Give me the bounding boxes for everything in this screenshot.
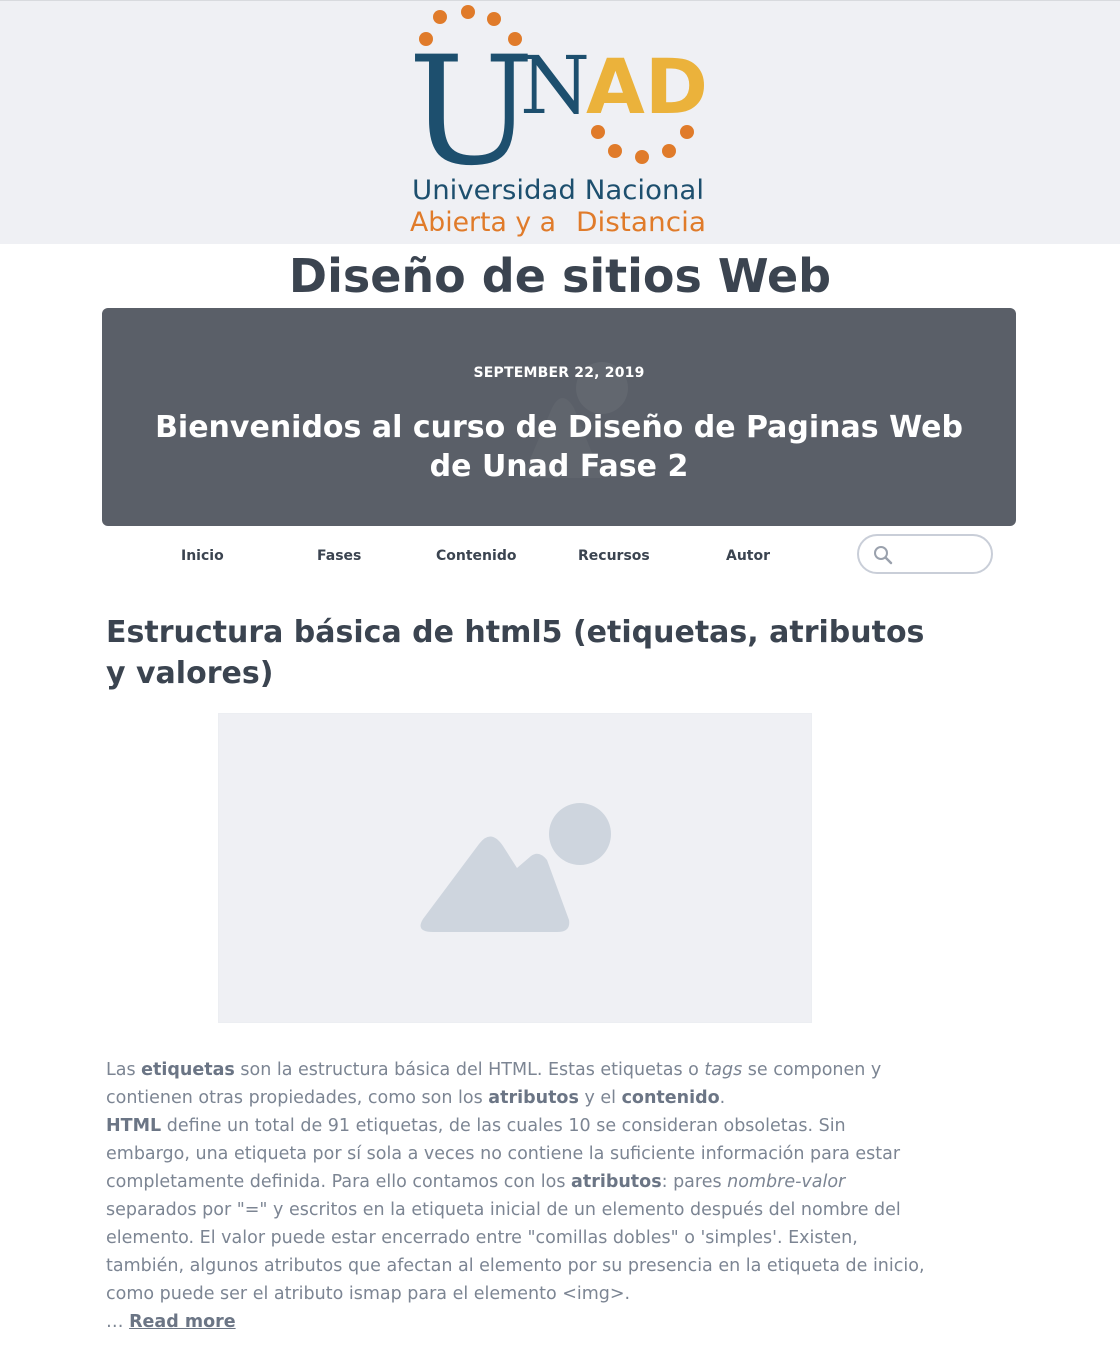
read-more-line: … Read more [106,1308,926,1336]
nav-item-recursos[interactable]: Recursos [578,548,650,564]
nav-item-fases[interactable]: Fases [317,548,361,564]
post-paragraph-1: Las etiquetas son la estructura básica d… [106,1060,882,1108]
logo-line2-b: Distancia [576,207,706,238]
search-input[interactable] [899,544,985,566]
site-title: Diseño de sitios Web [288,249,832,303]
logo-line2-a: Abierta y a [410,207,556,238]
hero-banner[interactable]: SEPTEMBER 22, 2019 Bienvenidos al curso … [102,308,1016,526]
ellipsis: … [106,1312,130,1332]
logo-line1: Universidad Nacional [412,175,704,206]
nav-item-contenido[interactable]: Contenido [436,548,516,564]
unad-logo[interactable]: U N AD Universidad Nacional Abierta y a … [408,3,710,243]
logo-ad: AD [586,42,708,131]
post-image-placeholder[interactable] [218,713,812,1023]
search-icon [874,546,893,565]
image-placeholder-icon [420,803,611,932]
logo-u: U [408,25,534,199]
post-excerpt: Las etiquetas son la estructura básica d… [106,1056,926,1336]
nav-item-autor[interactable]: Autor [726,548,770,564]
post-date: SEPTEMBER 22, 2019 [473,365,645,381]
nav-item-inicio[interactable]: Inicio [181,548,224,564]
post-title[interactable]: Estructura básica de html5 (etiquetas, a… [106,612,936,694]
hero-headline[interactable]: Bienvenidos al curso de Diseño de Pagina… [142,408,976,486]
post-paragraph-2: HTML define un total de 91 etiquetas, de… [106,1116,925,1304]
search-box[interactable] [857,534,993,574]
read-more-link[interactable]: Read more [129,1312,236,1332]
header-logo-band: U N AD Universidad Nacional Abierta y a … [0,0,1120,244]
logo-n: N [520,39,590,132]
